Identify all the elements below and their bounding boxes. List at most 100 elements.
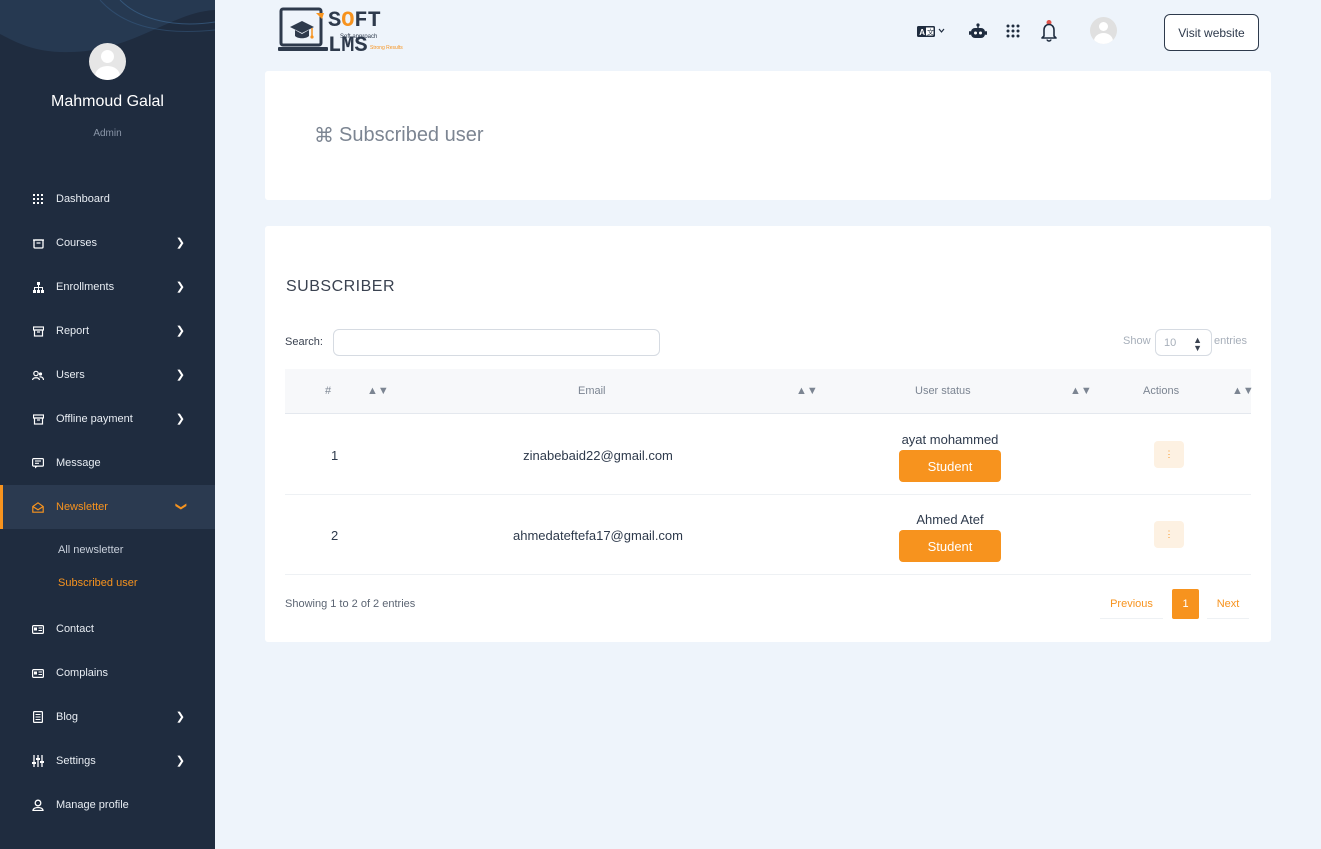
page-title-text: Subscribed user (339, 124, 484, 146)
sidebar-item-dashboard[interactable]: Dashboard (0, 177, 215, 221)
submenu-item-all-newsletter[interactable]: All newsletter (58, 535, 215, 568)
row-actions-button[interactable]: ⋮ (1154, 441, 1184, 468)
sidebar-item-blog[interactable]: Blog ❯ (0, 695, 215, 739)
sidebar-item-label: Settings (56, 755, 96, 767)
logo-title-s: S (328, 8, 342, 33)
pagination-previous[interactable]: Previous (1100, 589, 1163, 619)
search-label: Search: (285, 336, 323, 348)
sidebar-item-settings[interactable]: Settings ❯ (0, 739, 215, 783)
page-title-card: ⌘ Subscribed user (265, 71, 1271, 200)
logo-tagline-1: Soft approach (340, 34, 378, 40)
sidebar-item-label: Manage profile (56, 799, 129, 811)
search-input[interactable] (333, 329, 660, 356)
sidebar-item-label: Courses (56, 237, 97, 249)
user-status-button[interactable]: Student (899, 450, 1001, 482)
sidebar-item-contact[interactable]: Contact (0, 607, 215, 651)
sidebar-item-offline-payment[interactable]: Offline payment ❯ (0, 397, 215, 441)
sort-icon[interactable]: ▲▼ (796, 369, 818, 414)
sort-icon[interactable]: ▲▼ (1232, 369, 1254, 414)
sidebar-item-label: Contact (56, 623, 94, 635)
column-header-actions[interactable]: Actions (1143, 369, 1179, 414)
row-user-name: ayat mohammed (901, 432, 999, 447)
visit-website-button[interactable]: Visit website (1164, 14, 1259, 51)
entries-select[interactable]: 10 ▲ ▼ (1155, 329, 1212, 356)
sidebar-item-label: Enrollments (56, 281, 115, 293)
sort-icon[interactable]: ▲▼ (1070, 369, 1092, 414)
chevron-right-icon: ❯ (175, 237, 185, 249)
sliders-icon (32, 755, 44, 767)
svg-text:A: A (919, 28, 925, 37)
sidebar-item-users[interactable]: Users ❯ (0, 353, 215, 397)
user-status-button[interactable]: Student (899, 530, 1001, 562)
command-icon: ⌘ (314, 125, 334, 147)
sidebar-item-newsletter[interactable]: Newsletter ❯ (0, 485, 215, 529)
select-arrows-icon: ▲ ▼ (1193, 335, 1202, 353)
entries-select-value: 10 (1164, 336, 1177, 349)
chevron-down-icon: ❯ (174, 501, 187, 512)
sidebar-item-label: Blog (56, 711, 79, 723)
page-title: ⌘ Subscribed user (314, 123, 484, 148)
sidebar-item-message[interactable]: Message (0, 441, 215, 485)
chat-icon (32, 457, 44, 469)
sidebar: Mahmoud Galal Admin Dashboard Courses ❯ … (0, 0, 215, 849)
chevron-right-icon: ❯ (175, 711, 185, 723)
sidebar-item-enrollments[interactable]: Enrollments ❯ (0, 265, 215, 309)
users-icon (32, 369, 44, 381)
newsletter-submenu: All newsletter Subscribed user (0, 529, 215, 607)
sidebar-profile: Mahmoud Galal Admin (0, 43, 215, 139)
pagination-next[interactable]: Next (1207, 589, 1249, 619)
section-title: SUBSCRIBER (286, 278, 396, 295)
app-logo[interactable]: SOFT LMS Soft approach Strong Results (278, 7, 428, 58)
sort-icon[interactable]: ▲▼ (367, 369, 389, 414)
grid-icon (32, 193, 44, 205)
sidebar-item-label: Message (56, 457, 101, 469)
column-header-user-status[interactable]: User status (915, 369, 971, 414)
row-number: 1 (331, 448, 339, 463)
card-icon (32, 623, 44, 635)
chevron-right-icon: ❯ (175, 325, 185, 337)
sidebar-item-label: Users (56, 369, 85, 381)
user-avatar[interactable] (1090, 17, 1117, 44)
table-row: 2 ahmedateftefa17@gmail.com Ahmed Atef S… (285, 495, 1251, 575)
chevron-right-icon: ❯ (175, 413, 185, 425)
row-user-name: Ahmed Atef (916, 512, 984, 527)
column-header-number[interactable]: # (325, 369, 331, 414)
logo-tagline-2: Strong Results (370, 45, 403, 51)
row-email: ahmedateftefa17@gmail.com (512, 528, 683, 543)
submenu-item-subscribed-user[interactable]: Subscribed user (58, 568, 215, 601)
sidebar-item-manage-profile[interactable]: Manage profile (0, 783, 215, 827)
card-icon (32, 667, 44, 679)
sidebar-item-report[interactable]: Report ❯ (0, 309, 215, 353)
archive-icon (32, 325, 44, 337)
chevron-right-icon: ❯ (175, 281, 185, 293)
row-number: 2 (331, 528, 339, 543)
subscriber-table-card: SUBSCRIBER Search: Show 10 ▲ ▼ entries # … (265, 226, 1271, 642)
document-icon (32, 711, 44, 723)
show-label: Show (1123, 335, 1151, 347)
chevron-right-icon: ❯ (175, 755, 185, 767)
sidebar-item-label: Offline payment (56, 413, 133, 425)
profile-role: Admin (93, 128, 122, 139)
profile-name: Mahmoud Galal (51, 93, 164, 110)
sidebar-item-label: Dashboard (56, 193, 110, 205)
pagination-page-1[interactable]: 1 (1172, 589, 1199, 619)
archive-icon (32, 413, 44, 425)
robot-icon[interactable] (968, 16, 988, 46)
language-icon[interactable]: A 文 (916, 16, 946, 46)
chevron-right-icon: ❯ (175, 369, 185, 381)
row-email: zinabebaid22@gmail.com (523, 448, 673, 463)
mail-open-icon (32, 501, 44, 513)
sidebar-item-label: Report (56, 325, 90, 337)
sidebar-item-complains[interactable]: Complains (0, 651, 215, 695)
sidebar-item-courses[interactable]: Courses ❯ (0, 221, 215, 265)
sitemap-icon (32, 281, 44, 293)
column-header-email[interactable]: Email (578, 369, 606, 414)
profile-avatar[interactable] (89, 43, 126, 80)
table-header: # ▲▼ Email ▲▼ User status ▲▼ Actions ▲▼ (285, 369, 1254, 414)
row-actions-button[interactable]: ⋮ (1154, 521, 1184, 548)
bell-icon[interactable] (1040, 16, 1058, 46)
sidebar-menu: Dashboard Courses ❯ Enrollments ❯ Report… (0, 177, 215, 827)
table-row: 1 zinabebaid22@gmail.com ayat mohammed S… (285, 415, 1251, 495)
logo-laptop-graphic (278, 7, 328, 51)
apps-grid-icon[interactable] (1005, 16, 1021, 46)
